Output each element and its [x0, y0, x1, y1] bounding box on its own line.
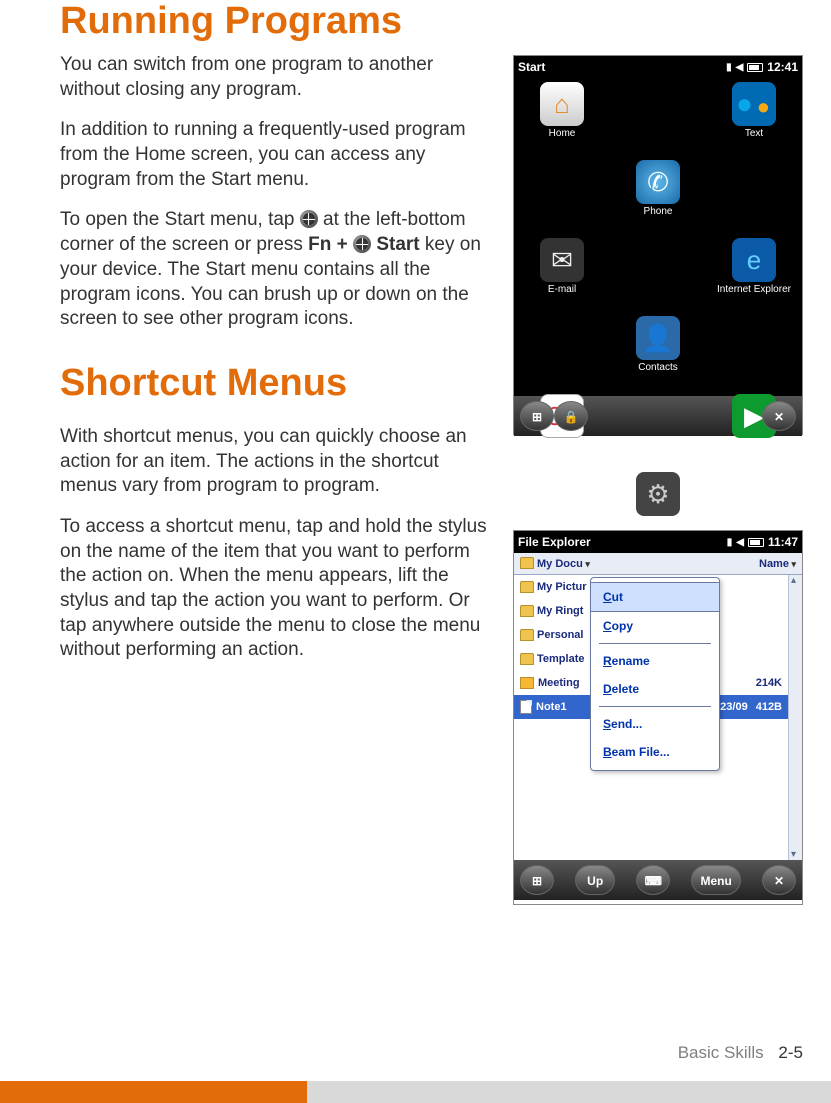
- document-icon: [520, 700, 532, 714]
- fe-title: File Explorer: [518, 531, 723, 553]
- contacts-icon: 👤: [636, 316, 680, 360]
- context-menu: Cut Copy Rename Delete Send... Beam File…: [590, 577, 720, 771]
- ie-icon: e: [732, 238, 776, 282]
- audio-icon: [520, 677, 534, 689]
- para-3: To open the Start menu, tap at the left-…: [60, 208, 490, 331]
- signal-icon: [726, 55, 732, 79]
- start-titlebar: Start 12:41: [514, 56, 802, 78]
- start-item-ie[interactable]: eInternet Explorer: [706, 238, 802, 295]
- menu-item-delete[interactable]: Delete: [591, 675, 719, 703]
- page-footer: Basic Skills 2-5: [678, 1043, 803, 1063]
- start-item-phone[interactable]: ✆Phone: [610, 160, 706, 217]
- menu-item-cut[interactable]: Cut: [591, 582, 719, 612]
- start-key-icon: [353, 235, 371, 253]
- para-5: To access a shortcut menu, tap and hold …: [60, 515, 490, 663]
- menu-item-copy[interactable]: Copy: [591, 612, 719, 640]
- signal-icon: [727, 530, 733, 554]
- close-button[interactable]: ✕: [762, 401, 796, 431]
- screenshot-start-menu: Start 12:41 ⌂Home Text ✆Phone ✉E-mail eI…: [513, 55, 803, 435]
- volume-icon: [736, 530, 744, 554]
- email-icon: ✉: [540, 238, 584, 282]
- start-clock: 12:41: [767, 56, 798, 78]
- fe-bottom-bar: ⊞ Up ⌨ Menu ✕: [514, 860, 802, 900]
- scrollbar[interactable]: [788, 575, 802, 860]
- start-title: Start: [518, 56, 722, 78]
- windows-button[interactable]: ⊞: [520, 401, 554, 431]
- para-1: You can switch from one program to anoth…: [60, 53, 490, 102]
- folder-icon: [520, 581, 534, 593]
- keyboard-button[interactable]: ⌨: [636, 865, 670, 895]
- menu-item-rename[interactable]: Rename: [591, 647, 719, 675]
- fe-list: My Pictur My Ringt Personal Template Mee…: [514, 575, 802, 860]
- heading-running-programs: Running Programs: [60, 0, 791, 43]
- menu-button[interactable]: Menu: [691, 865, 740, 895]
- windows-button[interactable]: ⊞: [520, 865, 554, 895]
- start-item-contacts[interactable]: 👤Contacts: [610, 316, 706, 373]
- battery-icon: [747, 63, 763, 72]
- chapter-name: Basic Skills: [678, 1043, 764, 1062]
- menu-item-beam[interactable]: Beam File...: [591, 738, 719, 766]
- battery-icon: [748, 538, 764, 547]
- start-item-home[interactable]: ⌂Home: [514, 82, 610, 139]
- menu-item-send[interactable]: Send...: [591, 710, 719, 738]
- phone-icon: ✆: [636, 160, 680, 204]
- para-4: With shortcut menus, you can quickly cho…: [60, 425, 490, 499]
- lock-button[interactable]: 🔒: [554, 401, 588, 431]
- settings-icon: ⚙: [636, 472, 680, 516]
- fe-sort[interactable]: Name: [759, 558, 796, 570]
- home-icon: ⌂: [540, 82, 584, 126]
- folder-icon: [520, 629, 534, 641]
- folder-icon: [520, 605, 534, 617]
- page-number: 2-5: [778, 1043, 803, 1062]
- close-button[interactable]: ✕: [762, 865, 796, 895]
- start-icon: [300, 210, 318, 228]
- volume-icon: [736, 55, 744, 79]
- up-button[interactable]: Up: [575, 865, 615, 895]
- fe-breadcrumb[interactable]: My Docu Name: [514, 553, 802, 575]
- fe-titlebar: File Explorer 11:47: [514, 531, 802, 553]
- start-grid: ⌂Home Text ✆Phone ✉E-mail eInternet Expl…: [514, 78, 802, 396]
- text-icon: [732, 82, 776, 126]
- folder-icon: [520, 557, 534, 569]
- footer-bar: [0, 1081, 831, 1103]
- fe-clock: 11:47: [768, 531, 798, 553]
- start-item-settings[interactable]: ⚙Settings: [610, 472, 706, 529]
- folder-icon: [520, 653, 534, 665]
- start-item-email[interactable]: ✉E-mail: [514, 238, 610, 295]
- start-item-text[interactable]: Text: [706, 82, 802, 139]
- para-2: In addition to running a frequently-used…: [60, 118, 490, 192]
- screenshot-file-explorer: File Explorer 11:47 My Docu Name My Pict…: [513, 530, 803, 905]
